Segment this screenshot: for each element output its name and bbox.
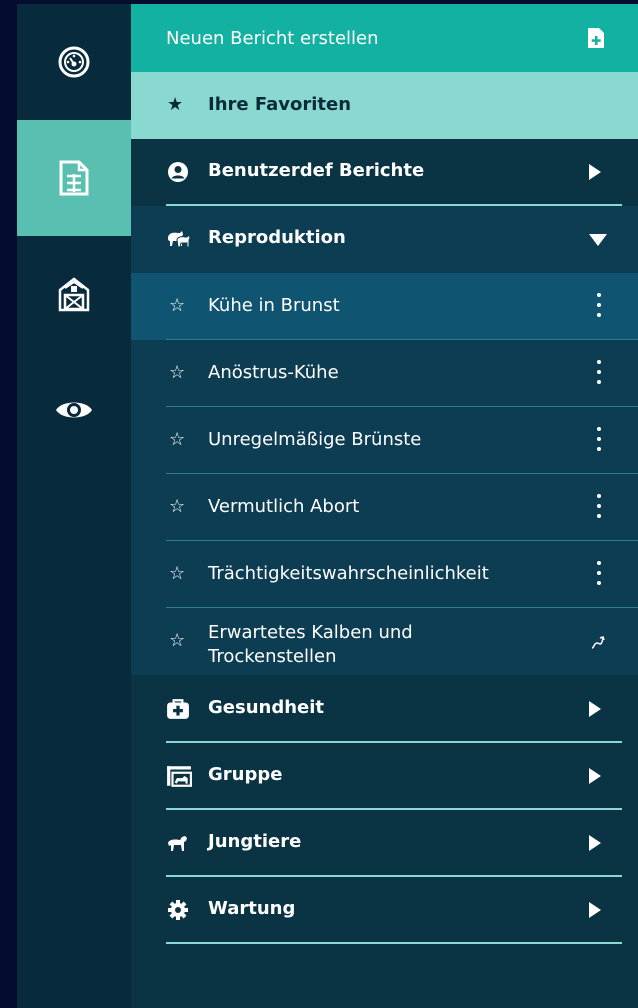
barn-icon: [58, 277, 90, 312]
rail-dashboard-button[interactable]: [17, 4, 131, 120]
more-options-icon[interactable]: [593, 293, 605, 321]
report-label: Anöstrus-Kühe: [208, 362, 339, 383]
calf-icon: [168, 836, 187, 851]
favorites-item[interactable]: ★ Ihre Favoriten: [131, 72, 638, 139]
report-label: Vermutlich Abort: [208, 496, 360, 517]
chevron-right-icon: [589, 835, 601, 851]
cow-pair-icon: [168, 231, 191, 248]
rail-reports-button[interactable]: [17, 120, 131, 236]
section-label: Wartung: [208, 898, 296, 919]
reports-document-icon: [59, 160, 89, 196]
icon-rail: [17, 4, 131, 1008]
section-label: Gruppe: [208, 764, 283, 785]
more-options-icon[interactable]: [593, 360, 605, 388]
star-outline-icon[interactable]: ☆: [169, 429, 185, 450]
more-options-icon[interactable]: [593, 427, 605, 455]
reports-panel: Neuen Bericht erstellen ★ Ihre Favoriten…: [131, 4, 638, 1008]
report-label: Unregelmäßige Brünste: [208, 429, 422, 450]
gear-icon: [168, 900, 188, 920]
more-options-icon[interactable]: [593, 561, 605, 589]
section-label: Benutzerdef Berichte: [208, 160, 425, 181]
section-maintenance[interactable]: Wartung: [131, 877, 638, 944]
chevron-right-icon: [589, 902, 601, 918]
report-item-suspected-abortion[interactable]: ☆ Vermutlich Abort: [131, 474, 638, 541]
star-outline-icon[interactable]: ☆: [169, 630, 185, 651]
section-label: Reproduktion: [208, 227, 346, 248]
section-health[interactable]: Gesundheit: [131, 676, 638, 743]
trend-line-icon: [591, 636, 605, 649]
report-label: Erwartetes Kalben und Trockenstellen: [208, 622, 413, 667]
star-outline-icon[interactable]: ☆: [169, 563, 185, 584]
section-reproduction[interactable]: Reproduktion: [131, 206, 638, 273]
star-filled-icon: ★: [167, 94, 184, 115]
star-outline-icon[interactable]: ☆: [169, 496, 185, 517]
section-young-stock[interactable]: Jungtiere: [131, 810, 638, 877]
user-circle-icon: [168, 162, 188, 182]
section-label: Gesundheit: [208, 697, 325, 718]
chevron-right-icon: [589, 768, 601, 784]
chevron-right-icon: [589, 164, 601, 180]
report-item-cows-in-heat[interactable]: ☆ Kühe in Brunst: [131, 273, 638, 340]
chevron-right-icon: [589, 701, 601, 717]
report-label: Trächtigkeitswahrscheinlichkeit: [208, 563, 489, 584]
section-custom-reports[interactable]: Benutzerdef Berichte: [131, 139, 638, 206]
create-report-button[interactable]: Neuen Bericht erstellen: [131, 4, 638, 72]
medical-kit-icon: [167, 699, 189, 719]
eye-icon: [56, 402, 92, 418]
rail-barn-button[interactable]: [17, 236, 131, 352]
report-item-irregular-heats[interactable]: ☆ Unregelmäßige Brünste: [131, 407, 638, 474]
report-label: Kühe in Brunst: [208, 295, 340, 316]
dashboard-gauge-icon: [58, 46, 90, 78]
pen-group-icon: [167, 766, 192, 787]
section-label: Jungtiere: [208, 831, 302, 852]
star-outline-icon[interactable]: ☆: [169, 295, 185, 316]
report-item-anoestrus[interactable]: ☆ Anöstrus-Kühe: [131, 340, 638, 407]
section-group[interactable]: Gruppe: [131, 743, 638, 810]
favorites-label: Ihre Favoriten: [208, 94, 352, 115]
create-report-label: Neuen Bericht erstellen: [166, 28, 379, 49]
section-divider: [166, 942, 622, 944]
rail-observe-button[interactable]: [17, 352, 131, 468]
more-options-icon[interactable]: [593, 494, 605, 522]
add-file-icon: [588, 28, 604, 48]
report-item-pregnancy-probability[interactable]: ☆ Trächtigkeitswahrscheinlichkeit: [131, 541, 638, 608]
chevron-down-icon: [589, 234, 607, 246]
report-item-expected-calving[interactable]: ☆ Erwartetes Kalben und Trockenstellen: [131, 608, 638, 675]
star-outline-icon[interactable]: ☆: [169, 362, 185, 383]
